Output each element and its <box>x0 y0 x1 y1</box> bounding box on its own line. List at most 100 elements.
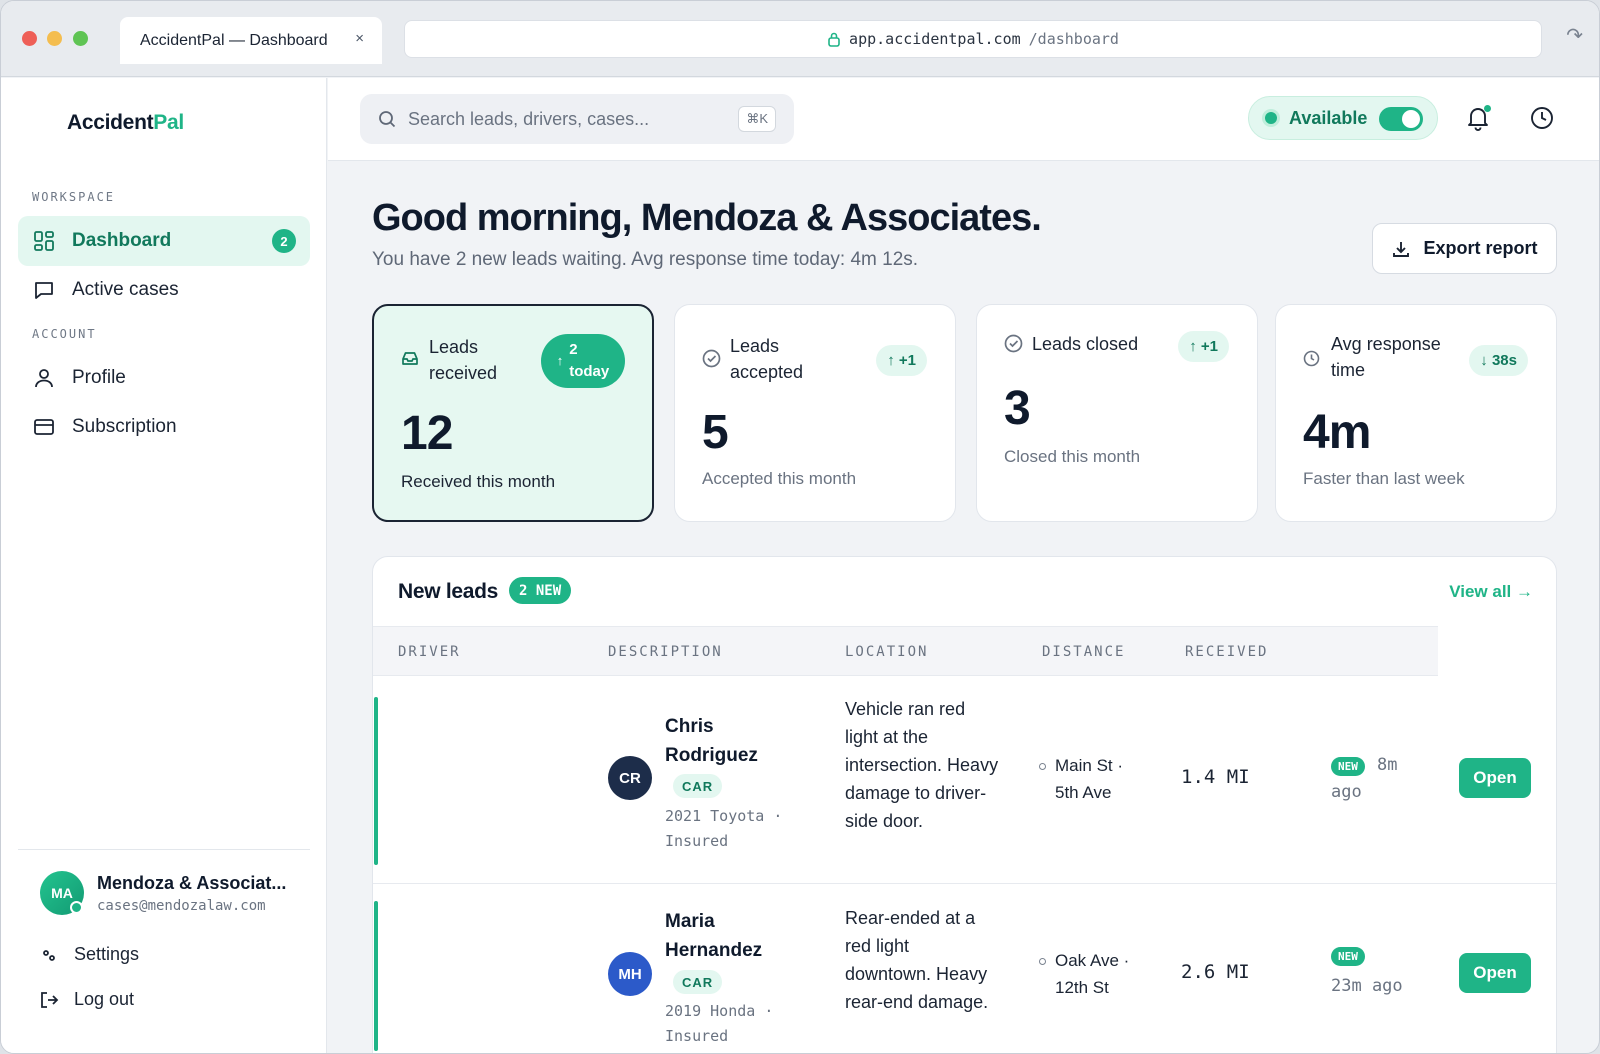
settings-icon <box>39 945 59 965</box>
driver-name: Maria Hernandez <box>665 911 763 961</box>
account-section-label: ACCOUNT <box>32 327 97 341</box>
stat-card-leads-accepted[interactable]: Leads accepted ↑ +1 5 Accepted this month <box>674 304 956 522</box>
table-header: DRIVER DESCRIPTION LOCATION DISTANCE REC… <box>373 626 1438 676</box>
address-bar[interactable]: app.accidentpal.com /dashboard <box>404 20 1542 58</box>
new-leads-panel: New leads 2 NEW View all → DRIVER DESCRI… <box>372 556 1557 1053</box>
lead-description: Vehicle ran red light at the intersectio… <box>845 699 999 831</box>
check-circle-icon <box>702 349 721 368</box>
stat-card-leads-received[interactable]: Leads received ↑ 2 today 12 Received this … <box>372 304 654 522</box>
tab-close-icon[interactable]: × <box>355 30 364 47</box>
stat-note: Closed this month <box>1004 447 1141 466</box>
settings-link[interactable]: Settings <box>39 944 139 965</box>
availability-label: Available <box>1289 107 1368 128</box>
column-header-description: DESCRIPTION <box>608 644 723 660</box>
grid-icon <box>33 230 55 252</box>
availability-status-dot <box>1265 112 1277 124</box>
stat-label: Leads received <box>429 337 498 383</box>
sidebar-item-label: Subscription <box>72 416 177 437</box>
logout-link[interactable]: Log out <box>39 989 134 1010</box>
view-all-link[interactable]: View all → <box>1449 582 1533 602</box>
url-path: /dashboard <box>1028 30 1119 48</box>
stat-value: 12 <box>401 407 453 460</box>
vehicle-info: 2019 Honda · Insured <box>665 1002 774 1045</box>
new-lead-indicator <box>374 901 378 1051</box>
search-icon <box>379 111 396 128</box>
browser-tab[interactable]: AccidentPal — Dashboard × <box>120 17 382 64</box>
stat-card-leads-closed[interactable]: Leads closed ↑ +1 3 Closed this month <box>976 304 1258 522</box>
bell-icon[interactable] <box>1464 104 1492 132</box>
stat-value: 5 <box>702 406 729 459</box>
stat-value: 3 <box>1004 382 1031 435</box>
column-header-distance: DISTANCE <box>1042 644 1126 660</box>
reload-icon[interactable]: ↷ <box>1566 23 1583 48</box>
close-window-button[interactable] <box>22 31 37 46</box>
lead-distance: 2.6 MI <box>1181 961 1250 983</box>
logout-label: Log out <box>74 989 135 1009</box>
table-row[interactable]: MH Maria Hernandez CAR 2019 Honda · Insure… <box>373 885 1556 1053</box>
sidebar-item-label: Active cases <box>72 279 179 300</box>
new-badge: NEW <box>1331 947 1365 966</box>
stat-note: Faster than last week <box>1303 469 1465 488</box>
sidebar-divider <box>18 849 310 850</box>
received-time: 8m ago <box>1331 755 1398 802</box>
sidebar-item-active-cases[interactable]: Active cases <box>18 265 310 315</box>
lock-icon <box>828 32 840 47</box>
minimize-window-button[interactable] <box>47 31 62 46</box>
lead-description: Rear-ended at a red light downtown. Heav… <box>845 908 989 1012</box>
received-time: 23m ago <box>1331 976 1403 996</box>
stat-card-avg-response[interactable]: Avg response time ↓ 38s 4m Faster than la… <box>1275 304 1557 522</box>
stat-note: Received this month <box>401 472 556 491</box>
user-name: Mendoza & Associat... <box>97 873 287 893</box>
open-lead-button[interactable]: Open <box>1459 758 1531 798</box>
sidebar: AccidentPal WORKSPACE Dashboard 2 Active… <box>1 78 327 1053</box>
check-circle-icon <box>1004 334 1023 353</box>
driver-name: Chris Rodriguez <box>665 716 758 766</box>
export-label: Export report <box>1423 238 1538 258</box>
history-clock-icon[interactable] <box>1528 104 1556 132</box>
tab-title: AccidentPal — Dashboard <box>140 31 328 49</box>
availability-switch[interactable] <box>1379 107 1423 131</box>
stat-label: Leads closed <box>1032 334 1139 354</box>
new-lead-indicator <box>374 697 378 865</box>
export-report-button[interactable]: Export report <box>1372 223 1557 274</box>
browser-window: AccidentPal — Dashboard × app.accidentpa… <box>0 0 1600 1054</box>
search-input[interactable]: Search leads, drivers, cases... ⌘K <box>360 94 794 144</box>
stat-delta-badge: ↑ 2 today <box>541 334 625 388</box>
open-lead-button[interactable]: Open <box>1459 953 1531 993</box>
search-shortcut: ⌘K <box>738 106 776 132</box>
user-email: cases@mendozalaw.com <box>97 898 266 914</box>
sidebar-item-label: Dashboard <box>72 230 172 251</box>
clock-icon <box>1303 350 1321 368</box>
maximize-window-button[interactable] <box>73 31 88 46</box>
app-logo[interactable]: AccidentPal <box>67 111 184 135</box>
dashboard-count-badge: 2 <box>272 229 296 253</box>
location-pin-icon <box>1039 958 1046 965</box>
table-row[interactable]: CR Chris Rodriguez CAR 2021 Toyota · Insur… <box>373 677 1556 884</box>
driver-avatar: MH <box>608 952 652 996</box>
sidebar-item-label: Profile <box>72 367 126 388</box>
availability-toggle[interactable]: Available <box>1248 96 1438 140</box>
column-header-driver: DRIVER <box>398 644 461 660</box>
download-icon <box>1393 241 1410 257</box>
stat-value: 4m <box>1303 406 1371 459</box>
sidebar-item-dashboard[interactable]: Dashboard 2 <box>18 216 310 266</box>
stat-label: Avg response time <box>1331 334 1441 380</box>
sidebar-item-subscription[interactable]: Subscription <box>18 402 310 452</box>
stat-note: Accepted this month <box>702 469 857 488</box>
lead-distance: 1.4 MI <box>1181 766 1250 788</box>
lead-location: Oak Ave · 12th St <box>1039 947 1134 1001</box>
logout-icon <box>39 990 59 1010</box>
sidebar-item-profile[interactable]: Profile <box>18 353 310 403</box>
vehicle-type-tag: CAR <box>673 774 723 798</box>
search-placeholder: Search leads, drivers, cases... <box>408 108 650 129</box>
column-header-received: RECEIVED <box>1185 644 1269 660</box>
driver-avatar: CR <box>608 756 652 800</box>
page-subtitle: You have 2 new leads waiting. Avg respon… <box>372 249 919 270</box>
location-pin-icon <box>1039 763 1046 770</box>
stat-label: Leads accepted <box>730 336 804 382</box>
url-host: app.accidentpal.com <box>849 30 1021 48</box>
settings-label: Settings <box>74 944 140 964</box>
stat-delta-badge: ↑ +1 <box>876 345 927 376</box>
stat-delta-badge: ↓ 38s <box>1469 345 1528 376</box>
card-icon <box>33 416 55 438</box>
